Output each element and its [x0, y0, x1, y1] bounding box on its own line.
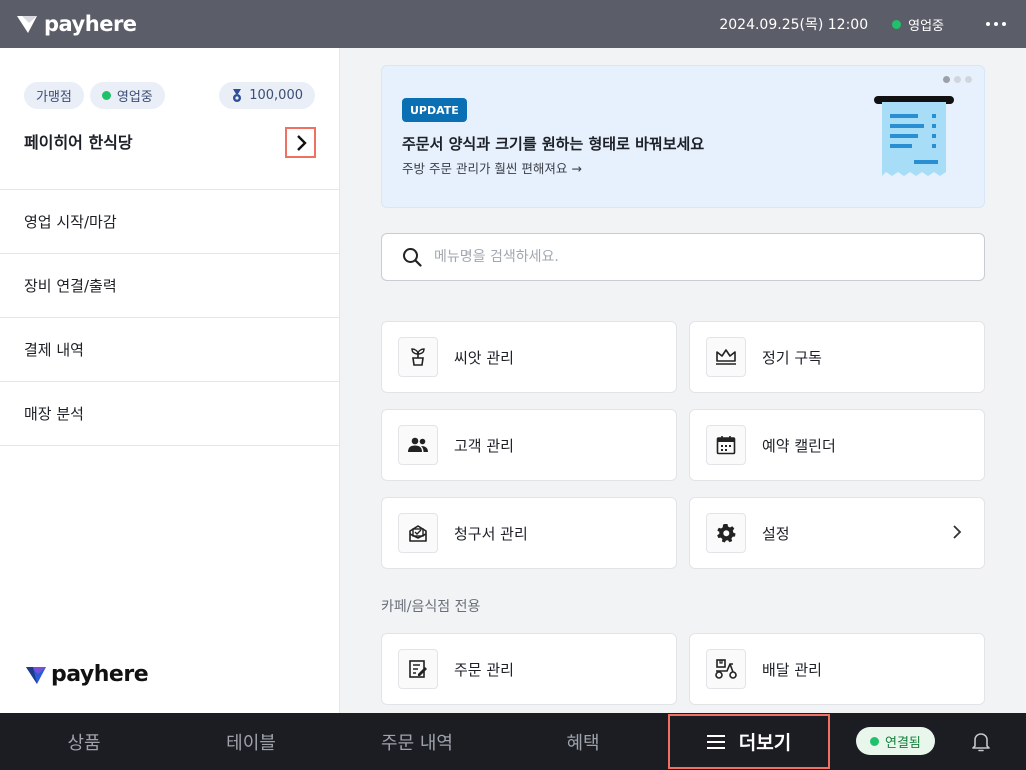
- card-customer-management[interactable]: 고객 관리: [381, 409, 677, 481]
- card-label: 씨앗 관리: [454, 348, 514, 367]
- points-badge[interactable]: 100,000: [219, 82, 315, 109]
- sidebar: 가맹점 영업중 100,000 페이히어 한식당 영업 시작/마감 장비 연결/…: [0, 48, 340, 713]
- card-settings[interactable]: 설정: [689, 497, 985, 569]
- store-detail-button[interactable]: [285, 127, 316, 158]
- card-label: 정기 구독: [762, 348, 822, 367]
- search-input[interactable]: [434, 249, 954, 265]
- status-dot-icon: [892, 19, 902, 29]
- app-logo: payhere: [16, 12, 137, 36]
- card-label: 배달 관리: [762, 660, 822, 679]
- scooter-icon: [706, 649, 746, 689]
- main-content: UPDATE 주문서 양식과 크기를 원하는 형태로 바꿔보세요 주방 주문 관…: [341, 48, 1026, 713]
- card-subscription[interactable]: 정기 구독: [689, 321, 985, 393]
- banner-pagination: [943, 76, 972, 83]
- chevron-right-icon: [953, 525, 962, 539]
- tab-products[interactable]: 상품: [0, 713, 168, 770]
- people-icon: [398, 425, 438, 465]
- tab-tables[interactable]: 테이블: [168, 713, 334, 770]
- payhere-logo-icon: [17, 16, 37, 33]
- card-seed-management[interactable]: 씨앗 관리: [381, 321, 677, 393]
- banner-title: 주문서 양식과 크기를 원하는 형태로 바꿔보세요: [402, 135, 705, 153]
- card-label: 예약 캘린더: [762, 436, 836, 455]
- brand-name: payhere: [44, 12, 137, 36]
- gear-icon: [706, 513, 746, 553]
- sidebar-item-analytics[interactable]: 매장 분석: [0, 382, 339, 446]
- sidebar-item-label: 결제 내역: [24, 341, 84, 359]
- sidebar-item-open-close[interactable]: 영업 시작/마감: [0, 190, 339, 254]
- chevron-right-icon: [296, 134, 307, 151]
- sidebar-logo: payhere: [25, 662, 149, 687]
- tab-benefits[interactable]: 혜택: [500, 713, 666, 770]
- sidebar-brand-name: payhere: [51, 662, 149, 687]
- sidebar-item-label: 매장 분석: [24, 405, 84, 423]
- update-tag: UPDATE: [402, 98, 467, 122]
- menu-search[interactable]: [381, 233, 985, 281]
- status-badge: 영업중: [89, 82, 165, 109]
- order-edit-icon: [398, 649, 438, 689]
- card-reservation-calendar[interactable]: 예약 캘린더: [689, 409, 985, 481]
- more-options-icon[interactable]: [986, 14, 1006, 34]
- bottom-nav: 상품 테이블 주문 내역 혜택 더보기 연결됨: [0, 713, 1026, 770]
- tab-more-label: 더보기: [738, 732, 792, 754]
- sprout-icon: [398, 337, 438, 377]
- datetime: 2024.09.25(목) 12:00: [719, 17, 869, 33]
- connection-badge: 연결됨: [856, 727, 935, 755]
- store-name: 페이히어 한식당: [24, 133, 133, 152]
- menu-icon: [706, 734, 725, 749]
- status-dot-icon: [870, 736, 879, 746]
- status-badge-label: 영업중: [116, 90, 153, 105]
- section-title: 카페/음식점 전용: [381, 599, 481, 615]
- store-header: 가맹점 영업중 100,000 페이히어 한식당: [0, 48, 339, 190]
- crown-icon: [706, 337, 746, 377]
- card-delivery-management[interactable]: 배달 관리: [689, 633, 985, 705]
- invoice-icon: [398, 513, 438, 553]
- card-label: 청구서 관리: [454, 524, 528, 543]
- sidebar-item-label: 영업 시작/마감: [24, 213, 117, 231]
- bell-icon[interactable]: [971, 731, 991, 753]
- tab-order-history[interactable]: 주문 내역: [334, 713, 500, 770]
- sidebar-item-payments[interactable]: 결제 내역: [0, 318, 339, 382]
- sidebar-item-device[interactable]: 장비 연결/출력: [0, 254, 339, 318]
- store-status: 영업중: [892, 15, 944, 34]
- calendar-icon: [706, 425, 746, 465]
- top-bar: payhere 2024.09.25(목) 12:00 영업중: [0, 0, 1026, 48]
- franchise-badge: 가맹점: [24, 82, 84, 109]
- card-label: 주문 관리: [454, 660, 514, 679]
- sidebar-item-label: 장비 연결/출력: [24, 277, 117, 295]
- store-status-label: 영업중: [908, 18, 944, 34]
- payhere-logo-icon: [26, 666, 46, 684]
- points-value: 100,000: [249, 88, 303, 103]
- status-dot-icon: [101, 91, 111, 100]
- receipt-icon: [874, 96, 954, 176]
- connection-label: 연결됨: [885, 735, 921, 751]
- card-label: 고객 관리: [454, 436, 514, 455]
- card-label: 설정: [762, 524, 790, 543]
- search-icon: [403, 248, 422, 267]
- card-order-management[interactable]: 주문 관리: [381, 633, 677, 705]
- banner-subtitle[interactable]: 주방 주문 관리가 훨씬 편해져요 →: [402, 158, 582, 177]
- card-invoice-management[interactable]: 청구서 관리: [381, 497, 677, 569]
- update-banner[interactable]: UPDATE 주문서 양식과 크기를 원하는 형태로 바꿔보세요 주방 주문 관…: [381, 65, 985, 208]
- tab-more[interactable]: 더보기: [668, 714, 830, 769]
- medal-icon: [233, 88, 242, 102]
